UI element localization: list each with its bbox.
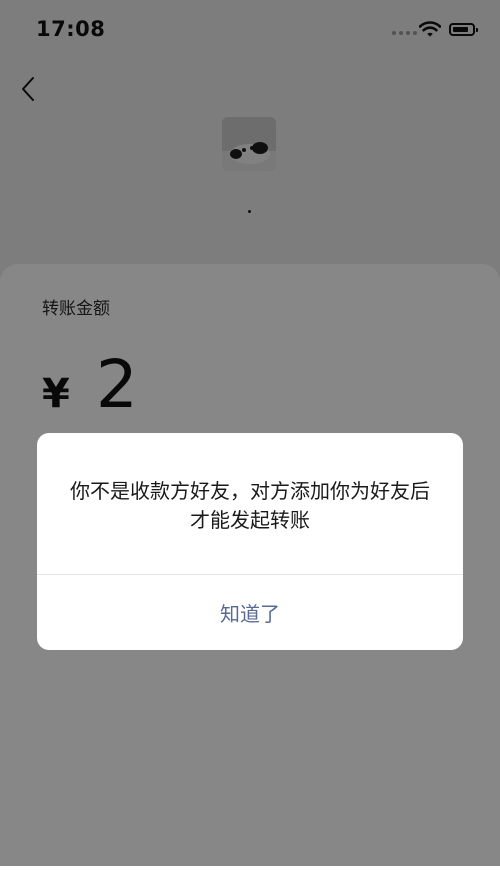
dialog-message: 你不是收款方好友，对方添加你为好友后才能发起转账 (70, 479, 430, 532)
got-it-button[interactable]: 知道了 (37, 575, 463, 650)
alert-dialog: 你不是收款方好友，对方添加你为好友后才能发起转账 知道了 (37, 433, 463, 650)
